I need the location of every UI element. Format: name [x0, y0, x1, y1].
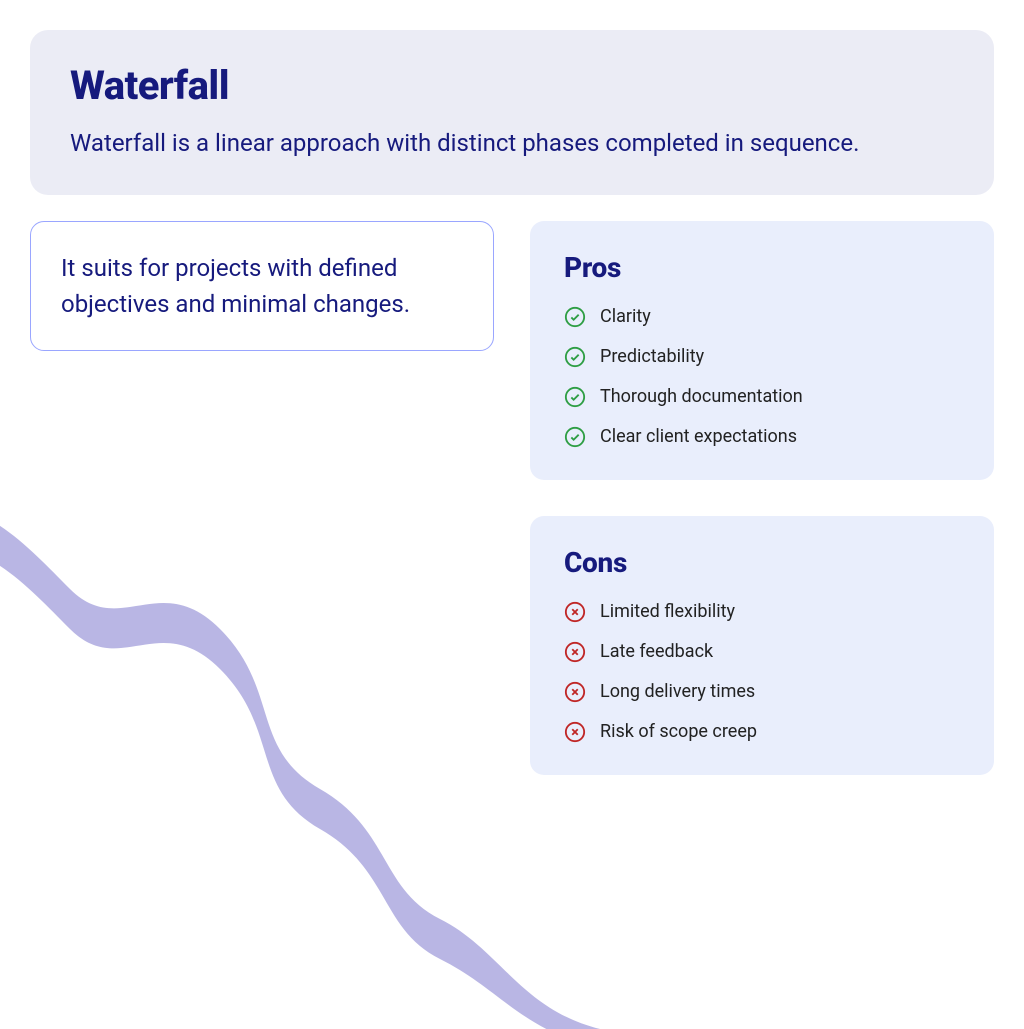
- cons-title: Cons: [564, 546, 960, 579]
- cons-item: Late feedback: [564, 641, 960, 663]
- pros-item: Clarity: [564, 306, 960, 328]
- pros-item-label: Thorough documentation: [600, 386, 803, 407]
- header-card: Waterfall Waterfall is a linear approach…: [30, 30, 994, 195]
- x-circle-icon: [564, 601, 586, 623]
- check-circle-icon: [564, 346, 586, 368]
- x-circle-icon: [564, 721, 586, 743]
- pros-panel: Pros Clarity Predictability: [530, 221, 994, 480]
- cons-item-label: Late feedback: [600, 641, 713, 662]
- pros-item-label: Clarity: [600, 306, 651, 327]
- cons-item: Risk of scope creep: [564, 721, 960, 743]
- pros-item: Thorough documentation: [564, 386, 960, 408]
- x-circle-icon: [564, 681, 586, 703]
- cons-panel: Cons Limited flexibility Late: [530, 516, 994, 775]
- right-column: Pros Clarity Predictability: [530, 221, 994, 775]
- pros-item-label: Clear client expectations: [600, 426, 797, 447]
- cons-item: Limited flexibility: [564, 601, 960, 623]
- check-circle-icon: [564, 426, 586, 448]
- x-circle-icon: [564, 641, 586, 663]
- check-circle-icon: [564, 386, 586, 408]
- page-description: Waterfall is a linear approach with dist…: [70, 127, 954, 161]
- content-row: It suits for projects with defined objec…: [30, 221, 994, 775]
- cons-item-label: Risk of scope creep: [600, 721, 757, 742]
- note-text: It suits for projects with defined objec…: [61, 250, 463, 322]
- note-card: It suits for projects with defined objec…: [30, 221, 494, 351]
- pros-item: Predictability: [564, 346, 960, 368]
- pros-title: Pros: [564, 251, 960, 284]
- cons-item-label: Limited flexibility: [600, 601, 735, 622]
- page-title: Waterfall: [70, 62, 954, 109]
- pros-item: Clear client expectations: [564, 426, 960, 448]
- cons-item: Long delivery times: [564, 681, 960, 703]
- pros-item-label: Predictability: [600, 346, 704, 367]
- check-circle-icon: [564, 306, 586, 328]
- cons-item-label: Long delivery times: [600, 681, 755, 702]
- left-column: It suits for projects with defined objec…: [30, 221, 494, 775]
